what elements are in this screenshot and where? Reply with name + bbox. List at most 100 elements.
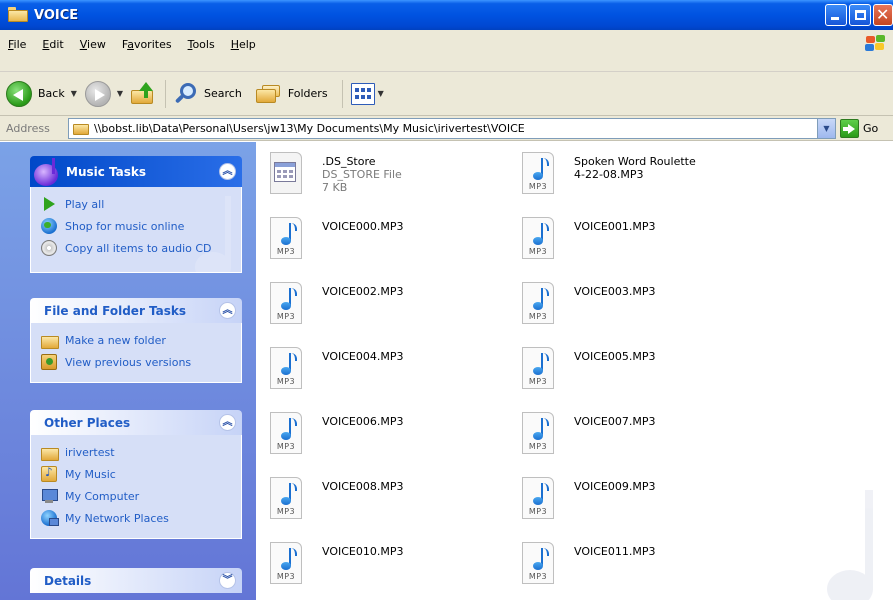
menu-item[interactable]: Help: [223, 38, 264, 51]
go-button[interactable]: Go: [840, 119, 878, 138]
expand-button[interactable]: ︾: [219, 572, 236, 589]
file-extension-label: MP3: [528, 247, 548, 256]
task-previous-versions[interactable]: View previous versions: [41, 351, 241, 373]
close-icon: ✕: [876, 5, 890, 24]
menu-item[interactable]: Favorites: [114, 38, 180, 51]
back-arrow-icon: [6, 80, 32, 107]
windows-logo-icon: [865, 35, 887, 53]
window-title: VOICE: [34, 7, 79, 23]
maximize-button[interactable]: [849, 4, 871, 26]
close-button[interactable]: ✕: [873, 4, 893, 26]
music-folder-icon: [41, 465, 57, 482]
file-item[interactable]: MP3 VOICE007.MP3: [520, 406, 772, 471]
menu-item[interactable]: Tools: [180, 38, 223, 51]
file-item[interactable]: MP3 VOICE010.MP3: [268, 536, 520, 600]
file-item[interactable]: MP3 VOICE005.MP3: [520, 341, 772, 406]
details-panel: Details ︾: [30, 568, 242, 593]
file-folder-tasks-header[interactable]: File and Folder Tasks ︽: [30, 298, 242, 323]
file-name: VOICE009.MP3: [574, 480, 656, 493]
music-watermark-icon: [191, 187, 241, 272]
collapse-button[interactable]: ︽: [219, 414, 236, 431]
file-extension-label: MP3: [276, 572, 296, 581]
place-label: My Network Places: [65, 511, 169, 525]
file-extension-label: MP3: [276, 312, 296, 321]
address-bar: Address \\bobst.lib\Data\Personal\Users\…: [0, 116, 893, 141]
music-watermark-icon: [821, 470, 893, 600]
file-item[interactable]: MP3 VOICE004.MP3: [268, 341, 520, 406]
file-item[interactable]: .DS_Store DS_STORE File 7 KB: [268, 146, 520, 211]
place-my-music[interactable]: My Music: [41, 463, 241, 485]
music-tasks-title: Music Tasks: [66, 164, 147, 179]
file-name: VOICE000.MP3: [322, 220, 404, 233]
minimize-icon: [831, 17, 839, 20]
file-item[interactable]: MP3 VOICE006.MP3: [268, 406, 520, 471]
file-name: VOICE007.MP3: [574, 415, 656, 428]
file-name: VOICE005.MP3: [574, 350, 656, 363]
folders-icon: [255, 83, 282, 105]
mp3-file-icon: MP3: [268, 542, 308, 590]
file-item[interactable]: MP3 VOICE002.MP3: [268, 276, 520, 341]
file-item[interactable]: MP3 VOICE003.MP3: [520, 276, 772, 341]
address-label: Address: [6, 121, 50, 135]
folders-button[interactable]: Folders: [252, 77, 332, 111]
mp3-file-icon: MP3: [520, 412, 560, 460]
minimize-button[interactable]: [825, 4, 847, 26]
folder-icon: [8, 7, 28, 23]
file-extension-label: MP3: [528, 507, 548, 516]
other-places-panel: Other Places ︽ irivertest My Music My Co…: [30, 410, 242, 539]
file-extension-label: MP3: [528, 572, 548, 581]
task-new-folder[interactable]: Make a new folder: [41, 329, 241, 351]
chevron-down-icon[interactable]: ▼: [378, 89, 384, 98]
task-label: Shop for music online: [65, 219, 185, 233]
file-folder-tasks-title: File and Folder Tasks: [44, 303, 187, 318]
other-places-header[interactable]: Other Places ︽: [30, 410, 242, 435]
collapse-button[interactable]: ︽: [219, 302, 236, 319]
mp3-file-icon: MP3: [268, 477, 308, 525]
title-bar[interactable]: VOICE ✕: [0, 0, 893, 30]
file-extension-label: MP3: [528, 312, 548, 321]
music-tasks-header[interactable]: Music Tasks ︽: [30, 156, 242, 187]
file-item[interactable]: MP3 VOICE001.MP3: [520, 211, 772, 276]
file-item[interactable]: MP3 Spoken Word Roulette 4-22-08.MP3: [520, 146, 772, 211]
task-label: Copy all items to audio CD: [65, 241, 212, 255]
folder-icon: [41, 444, 59, 461]
menu-item[interactable]: Edit: [34, 38, 71, 51]
back-button[interactable]: Back ▼: [2, 77, 81, 111]
search-icon: [174, 82, 198, 106]
menu-item[interactable]: File: [0, 38, 34, 51]
file-grid: .DS_Store DS_STORE File 7 KB MP3 Spoken Word…: [268, 146, 772, 600]
file-item[interactable]: MP3 VOICE000.MP3: [268, 211, 520, 276]
up-folder-button[interactable]: [127, 77, 161, 111]
mp3-file-icon: MP3: [268, 347, 308, 395]
other-places-title: Other Places: [44, 415, 131, 430]
file-item[interactable]: MP3 VOICE008.MP3: [268, 471, 520, 536]
place-irivertest[interactable]: irivertest: [41, 441, 241, 463]
views-button[interactable]: ▼: [347, 77, 388, 111]
place-my-network-places[interactable]: My Network Places: [41, 507, 241, 529]
chevron-down-icon[interactable]: ▼: [117, 89, 123, 98]
chevron-down-icon[interactable]: ▼: [71, 89, 77, 98]
file-size: 7 KB: [322, 181, 348, 194]
file-name: VOICE010.MP3: [322, 545, 404, 558]
task-pane: Music Tasks ︽ Play all Shop for music on…: [0, 142, 256, 600]
address-dropdown-button[interactable]: ▼: [817, 119, 835, 138]
mp3-file-icon: MP3: [520, 217, 560, 265]
menu-item[interactable]: View: [72, 38, 114, 51]
file-name: 4-22-08.MP3: [574, 168, 644, 181]
task-label: View previous versions: [65, 355, 192, 369]
folders-label: Folders: [287, 87, 328, 100]
place-my-computer[interactable]: My Computer: [41, 485, 241, 507]
file-item[interactable]: MP3 VOICE009.MP3: [520, 471, 772, 536]
mp3-file-icon: MP3: [268, 282, 308, 330]
file-view[interactable]: .DS_Store DS_STORE File 7 KB MP3 Spoken Word…: [256, 142, 893, 600]
search-button[interactable]: Search: [170, 77, 246, 111]
forward-button[interactable]: ▼: [81, 77, 127, 111]
file-name: VOICE004.MP3: [322, 350, 404, 363]
network-icon: [41, 510, 59, 526]
details-header[interactable]: Details ︾: [30, 568, 242, 593]
collapse-button[interactable]: ︽: [219, 163, 236, 180]
address-input[interactable]: \\bobst.lib\Data\Personal\Users\jw13\My …: [68, 118, 836, 139]
file-name: VOICE011.MP3: [574, 545, 656, 558]
play-icon: [41, 196, 57, 212]
file-item[interactable]: MP3 VOICE011.MP3: [520, 536, 772, 600]
